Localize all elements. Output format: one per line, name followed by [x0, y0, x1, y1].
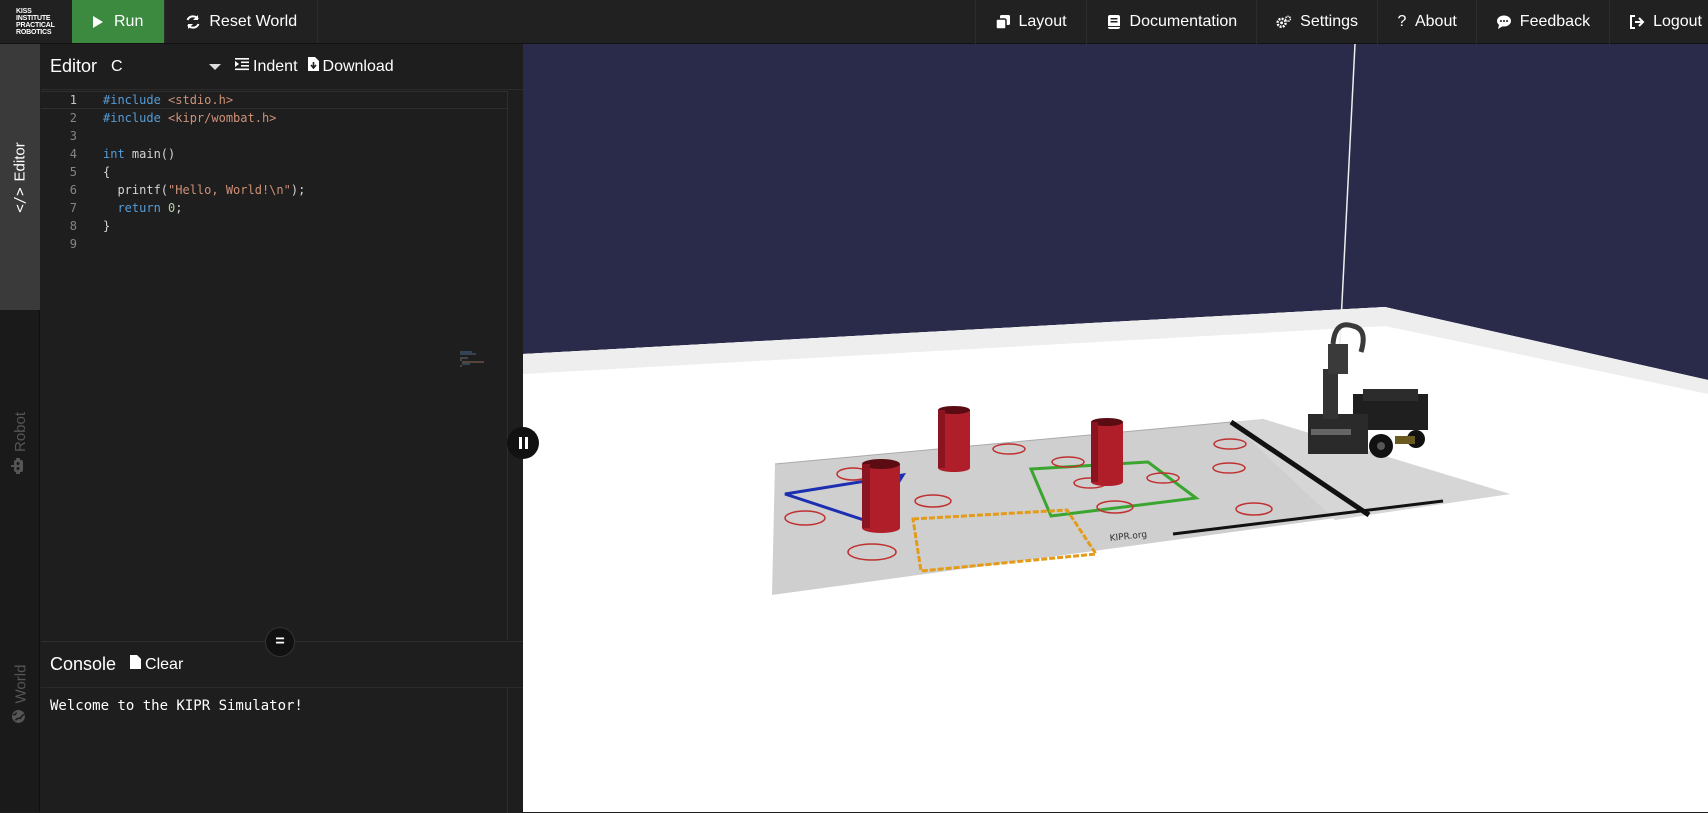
clear-button[interactable]: Clear [130, 655, 183, 674]
code-line: 1 #include <stdio.h> [41, 91, 507, 109]
tab-robot-label: Robot [11, 411, 29, 453]
line-number: 5 [69, 165, 77, 179]
book-icon [1106, 14, 1122, 30]
console-scrollbar[interactable] [507, 688, 523, 813]
editor-title: Editor [50, 56, 98, 76]
code-text: #include <kipr/wombat.h> [103, 111, 277, 125]
file-download-icon [307, 57, 319, 76]
line-number: 1 [69, 93, 77, 107]
pause-icon [517, 437, 529, 449]
logout-button[interactable]: Logout [1609, 0, 1708, 44]
panel-splitter[interactable] [507, 427, 539, 459]
file-icon [130, 655, 142, 674]
sign-out-icon [1629, 14, 1645, 30]
code-line: 5 { [41, 163, 507, 181]
language-select[interactable]: C [107, 53, 226, 80]
clone-icon [994, 14, 1011, 30]
tab-world-label: World [11, 664, 29, 704]
documentation-button[interactable]: Documentation [1085, 0, 1257, 44]
line-number: 8 [69, 219, 77, 233]
layout-label: Layout [1018, 13, 1067, 30]
line-number: 9 [69, 237, 77, 251]
settings-label: Settings [1300, 13, 1358, 30]
run-label: Run [114, 12, 144, 30]
editor-console-splitter[interactable]: = [265, 627, 295, 657]
language-value: C [111, 57, 123, 75]
about-label: About [1414, 13, 1457, 30]
can-1[interactable] [862, 459, 900, 533]
code-line: 4 int main() [41, 145, 507, 163]
download-button[interactable]: Download [307, 57, 394, 76]
code-text: #include <stdio.h> [103, 93, 234, 107]
line-number: 2 [69, 111, 77, 125]
reset-world-button[interactable]: Reset World [165, 0, 319, 43]
reset-world-label: Reset World [209, 12, 298, 30]
console-output: Welcome to the KIPR Simulator! [50, 698, 303, 714]
code-line: 2 #include <kipr/wombat.h> [41, 109, 507, 127]
code-minimap[interactable] [458, 91, 506, 640]
line-number: 7 [69, 201, 77, 215]
feedback-button[interactable]: Feedback [1475, 0, 1609, 44]
cogs-icon [1276, 14, 1292, 30]
globe-icon [11, 709, 29, 723]
code-icon: </> [12, 186, 29, 213]
indent-icon [235, 57, 250, 76]
indent-label: Indent [253, 57, 298, 75]
question-icon: ? [1397, 13, 1407, 30]
line-number: 3 [69, 129, 77, 143]
can-3[interactable] [1091, 418, 1123, 486]
kipr-logo: KISS INSTITUTE PRACTICAL ROBOTICS [0, 0, 72, 44]
indent-button[interactable]: Indent [235, 57, 298, 76]
layout-button[interactable]: Layout [974, 0, 1086, 44]
line-number: 6 [69, 183, 77, 197]
robot-icon [11, 458, 29, 475]
grip-lines-icon: = [275, 633, 285, 650]
editor-scrollbar[interactable] [507, 91, 523, 640]
logo-text: KISS INSTITUTE PRACTICAL ROBOTICS [16, 8, 55, 36]
sidebar-tabs: </> Editor Robot World [0, 44, 40, 812]
can-2[interactable] [938, 406, 970, 472]
code-text: int main() [103, 147, 176, 161]
clear-label: Clear [145, 655, 184, 673]
console-title: Console [50, 654, 117, 674]
top-toolbar: KISS INSTITUTE PRACTICAL ROBOTICS Run Re… [0, 0, 1708, 44]
floor [523, 307, 1708, 812]
tab-editor-label: Editor [11, 141, 29, 181]
console-panel: Console Clear Welcome to the KIPR Simula… [41, 641, 523, 813]
comment-icon [1496, 14, 1512, 30]
caret-down-icon [209, 63, 222, 70]
documentation-label: Documentation [1129, 13, 1238, 30]
line-number: 4 [69, 147, 77, 161]
code-text: } [103, 219, 111, 233]
tab-world[interactable]: World [0, 576, 40, 812]
code-line: 9 [41, 235, 507, 253]
code-line: 6 printf("Hello, World!\n"); [41, 181, 507, 199]
code-line: 8 } [41, 217, 507, 235]
tab-robot[interactable]: Robot [0, 310, 40, 576]
code-line: 7 return 0; [41, 199, 507, 217]
run-button[interactable]: Run [72, 0, 166, 43]
code-text: return 0; [117, 201, 183, 215]
code-line: 3 [41, 127, 507, 145]
settings-button[interactable]: Settings [1256, 0, 1377, 44]
code-text: { [103, 165, 111, 179]
logout-label: Logout [1653, 13, 1702, 30]
download-label: Download [322, 57, 394, 75]
tab-editor[interactable]: </> Editor [0, 44, 40, 310]
play-icon [90, 14, 106, 30]
about-button[interactable]: ? About [1376, 0, 1476, 44]
editor-header: Editor C Indent Download [41, 44, 523, 90]
feedback-label: Feedback [1519, 13, 1591, 30]
code-editor[interactable]: 1 #include <stdio.h> 2 #include <kipr/wo… [41, 91, 507, 640]
editor-panel: Editor C Indent Download 1 #include <std… [41, 44, 523, 640]
simulator-viewport[interactable]: KIPR.org [523, 44, 1708, 812]
code-text: printf("Hello, World!\n"); [103, 183, 306, 197]
sync-icon [185, 14, 201, 30]
scene-canvas: KIPR.org [523, 44, 1708, 812]
